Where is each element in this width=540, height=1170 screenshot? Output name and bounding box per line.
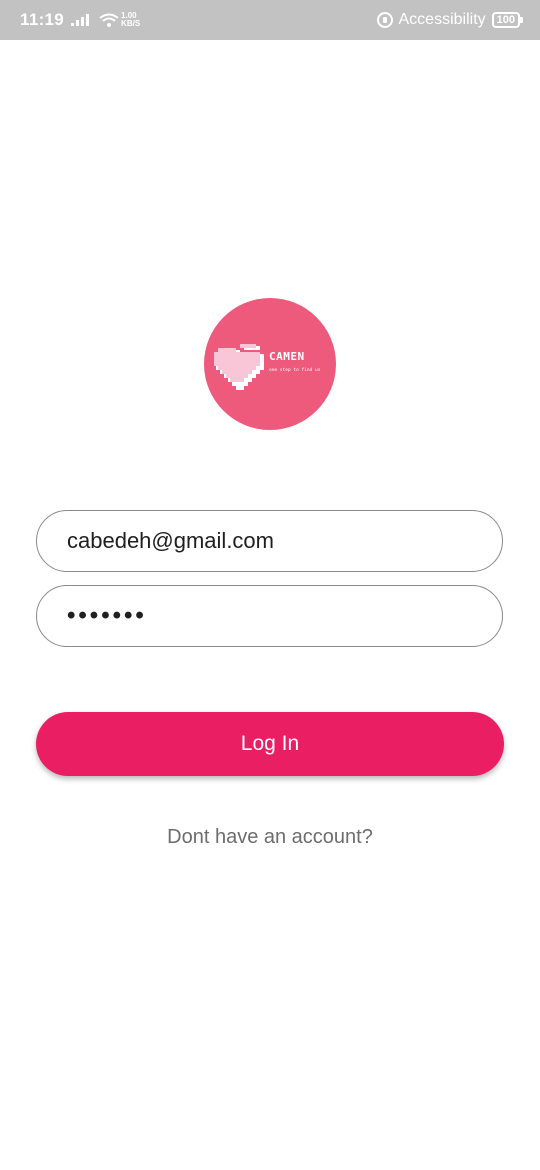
- password-value: •••••••: [67, 602, 147, 629]
- email-value: cabedeh@gmail.com: [67, 528, 274, 553]
- network-speed-unit: KB/S: [121, 19, 141, 28]
- signup-link[interactable]: Dont have an account?: [0, 826, 540, 849]
- login-button[interactable]: Log In: [36, 712, 504, 776]
- logo-tagline: one step to find us: [269, 368, 321, 373]
- accessibility-icon: [376, 12, 393, 28]
- status-time: 11:19: [20, 10, 65, 29]
- wifi-icon: [99, 13, 119, 27]
- email-field[interactable]: cabedeh@gmail.com: [36, 510, 503, 572]
- logo-title: CAMEN: [269, 350, 305, 363]
- pixel-heart-icon: [214, 344, 264, 390]
- signal-icon: [71, 14, 90, 26]
- password-field[interactable]: •••••••: [36, 585, 503, 647]
- network-speed: 1.00 KB/S: [121, 12, 140, 28]
- login-button-label: Log In: [240, 732, 300, 755]
- battery-icon: 100: [491, 12, 524, 28]
- status-bar: 11:19 1.00 KB/S Accessibility 100: [0, 0, 540, 40]
- app-logo: CAMEN one step to find us: [204, 298, 336, 430]
- accessibility-label: Accessibility: [398, 11, 486, 28]
